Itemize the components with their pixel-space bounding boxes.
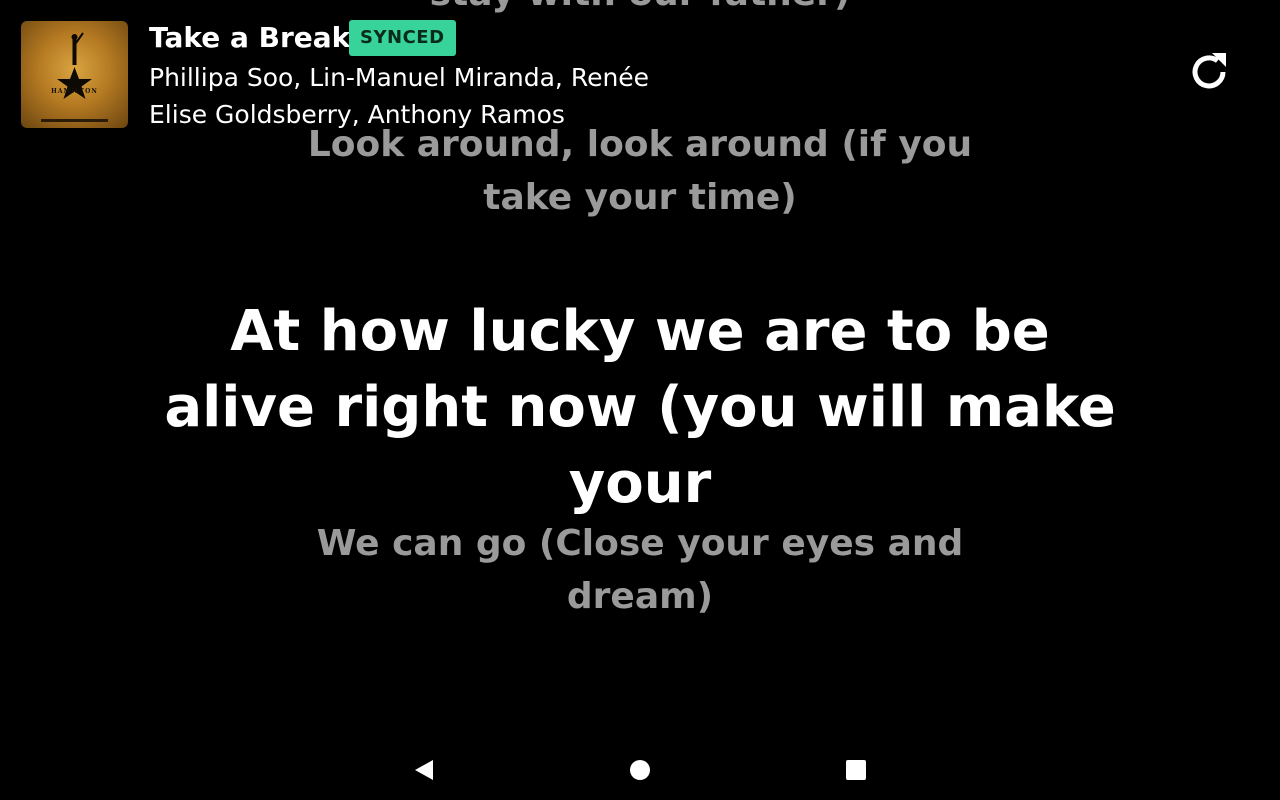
lyrics-screen: stay with our father) Look around, look …	[0, 0, 1280, 800]
album-art-label: HAMILTON	[51, 88, 98, 95]
song-title: Take a Break	[149, 21, 351, 54]
home-circle-icon	[630, 760, 650, 780]
nav-recents-button[interactable]	[826, 740, 886, 800]
back-triangle-icon	[415, 760, 433, 780]
lyric-line-next: We can go (Close your eyes and dream)	[316, 523, 964, 617]
nav-home-button[interactable]	[610, 740, 670, 800]
synced-badge: SYNCED	[349, 20, 456, 56]
refresh-button[interactable]	[1183, 46, 1235, 98]
album-star-icon	[41, 32, 108, 122]
album-art: HAMILTON	[21, 21, 128, 128]
system-nav-bar	[0, 740, 1280, 800]
artist-list: Phillipa Soo, Lin-Manuel Miranda, Renée …	[149, 63, 650, 129]
refresh-icon	[1192, 53, 1226, 89]
now-playing-header: HAMILTON Take a Break SYNCED Phillipa So…	[0, 0, 1280, 140]
recents-square-icon	[846, 760, 866, 780]
nav-back-button[interactable]	[394, 740, 454, 800]
lyric-line-current: At how lucky we are to be alive right no…	[164, 299, 1116, 516]
